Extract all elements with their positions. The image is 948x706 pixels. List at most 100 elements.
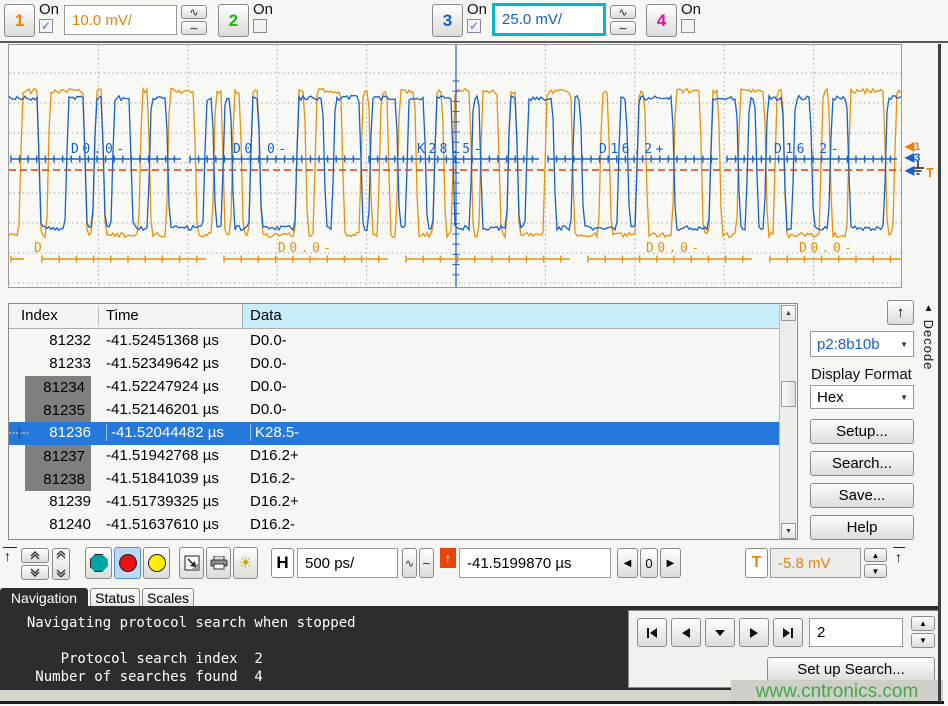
table-row[interactable]: 81236-41.52044482 µsK28.5-: [9, 422, 781, 445]
pan-down-button[interactable]: [21, 565, 49, 580]
print-button[interactable]: [206, 547, 231, 579]
decode-label-blue: K28.5-: [417, 142, 485, 157]
cell-data: D16.2+: [250, 447, 299, 464]
channel-1-scale-field[interactable]: 10.0 mV/: [64, 5, 177, 35]
search-first-button[interactable]: [637, 618, 667, 647]
scroll-down-icon[interactable]: ▼: [781, 523, 796, 539]
display-format-select[interactable]: Hex▼: [810, 385, 914, 409]
table-row[interactable]: 81237-41.51942768 µsD16.2+: [9, 445, 781, 468]
channel-toolbar: 1 On ✓ 10.0 mV/ ∿ ∼ 2 On ✓ 3 On ✓ 25.0 m…: [0, 0, 948, 43]
column-header-index[interactable]: Index: [21, 307, 58, 324]
scroll-up-icon[interactable]: ▲: [781, 305, 796, 321]
search-last-button[interactable]: [773, 618, 803, 647]
save-button[interactable]: Save...: [810, 483, 914, 508]
cell-index: 81238: [25, 468, 91, 491]
table-row[interactable]: 81232-41.52451368 µsD0.0-: [9, 330, 781, 353]
stop-button[interactable]: [114, 547, 141, 579]
decode-label-blue: D0.0-: [71, 142, 128, 157]
horizontal-menu-button[interactable]: H: [271, 548, 294, 578]
cell-index: 81235: [25, 399, 91, 422]
tab-scales[interactable]: Scales: [142, 588, 194, 606]
cell-time: -41.52247924 µs: [106, 378, 219, 395]
level-down-spinner[interactable]: ▼: [864, 564, 887, 578]
timebase-zoom-out-icon[interactable]: ∼: [419, 548, 434, 578]
search-index-down-spinner[interactable]: ▼: [911, 633, 935, 648]
search-index-field[interactable]: 2: [809, 618, 903, 647]
tab-status[interactable]: Status: [90, 588, 140, 606]
search-prev-button[interactable]: [671, 618, 701, 647]
pan-up-button[interactable]: [21, 548, 49, 563]
level-up-spinner[interactable]: ▲: [864, 548, 887, 562]
brightness-button[interactable]: ☀: [233, 547, 258, 579]
printer-icon: [210, 556, 228, 570]
trigger-level-marker-icon[interactable]: ◀: [905, 163, 914, 177]
cell-index: 81233: [33, 355, 91, 372]
single-button[interactable]: [143, 547, 170, 579]
channel-1-button[interactable]: 1: [4, 4, 35, 37]
search-current-button[interactable]: [705, 618, 735, 647]
channel-1-on-checkbox[interactable]: ✓: [39, 19, 53, 33]
channel-2-button[interactable]: 2: [218, 4, 249, 37]
column-header-data[interactable]: Data: [250, 307, 282, 324]
setup-search-button[interactable]: Set up Search...: [767, 657, 935, 682]
position-right-button[interactable]: ▶: [660, 548, 681, 578]
help-button[interactable]: Help: [810, 515, 914, 540]
channel-4-button[interactable]: 4: [646, 4, 677, 37]
channel-1-scale-down-icon[interactable]: ∼: [181, 21, 207, 35]
waveform-display[interactable]: D0.0-D0.0-K28.5-D16.2+D16.2-DD0.0-D0.0-D…: [8, 44, 902, 288]
run-button[interactable]: [85, 547, 112, 579]
decode-side-tab[interactable]: ▲ Decode: [921, 303, 936, 370]
horizontal-toolbar: ↑ ☀ H 500 ps/ ∿ ∼ ↑ -41.5199870 µs ◀ 0 ▶…: [0, 544, 948, 586]
current-row-marker-icon: [9, 426, 31, 440]
decode-listing-table[interactable]: Index Time Data 81232-41.52451368 µsD0.0…: [8, 303, 798, 540]
channel-3-on-checkbox[interactable]: ✓: [467, 19, 481, 33]
channel-3-button[interactable]: 3: [432, 4, 463, 37]
scrollbar-thumb[interactable]: [781, 381, 796, 407]
decode-label-blue: D16.2-: [774, 142, 842, 157]
decode-label-orange: D0.0-: [646, 241, 703, 256]
position-left-button[interactable]: ◀: [617, 548, 638, 578]
cell-time: -41.51637610 µs: [106, 516, 219, 533]
table-row[interactable]: 81233 -41.52349642 µs D0.0-: [9, 353, 781, 376]
zoom-vertical-button[interactable]: [52, 548, 70, 580]
table-row[interactable]: 81234-41.52247924 µsD0.0-: [9, 376, 781, 399]
setup-button[interactable]: Setup...: [810, 419, 914, 444]
timebase-field[interactable]: 500 ps/: [297, 548, 398, 578]
status-text: Navigating protocol search when stopped …: [10, 614, 356, 686]
table-row[interactable]: 81240-41.51637610 µsD16.2-: [9, 514, 781, 537]
timebase-zoom-in-icon[interactable]: ∿: [402, 548, 417, 578]
trigger-menu-button[interactable]: T: [745, 548, 768, 578]
horizontal-position-field[interactable]: -41.5199870 µs: [459, 548, 611, 578]
search-index-up-spinner[interactable]: ▲: [911, 616, 935, 631]
channel-2-on-checkbox[interactable]: ✓: [253, 19, 267, 33]
run-icon: [90, 554, 108, 572]
table-row[interactable]: 81235-41.52146201 µsD0.0-: [9, 399, 781, 422]
table-row[interactable]: 81238-41.51841039 µsD16.2-: [9, 468, 781, 491]
channel-1-scale-up-icon[interactable]: ∿: [181, 5, 207, 19]
cell-data: D16.2-: [250, 470, 295, 487]
cell-index: 81236: [33, 424, 91, 441]
decode-label-orange: D: [34, 241, 45, 256]
channel-4-on-label: On: [681, 1, 701, 18]
resize-display-button[interactable]: [179, 547, 204, 579]
decode-label-blue: D16.2+: [599, 142, 667, 157]
channel-3-scale-down-icon[interactable]: ∼: [610, 21, 636, 35]
table-scrollbar[interactable]: ▲ ▼: [779, 305, 796, 539]
column-header-time[interactable]: Time: [106, 307, 139, 324]
trigger-position-icon[interactable]: ↑: [440, 548, 456, 568]
search-button[interactable]: Search...: [810, 451, 914, 476]
search-next-button[interactable]: [739, 618, 769, 647]
panel-collapse-up-icon[interactable]: ↑: [887, 300, 914, 325]
trigger-level-field[interactable]: -5.8 mV: [770, 548, 861, 578]
cell-index: 81232: [33, 332, 91, 349]
marker-arrow-icon: ↑: [4, 548, 11, 564]
decode-bus-select[interactable]: p2:8b10b▼: [810, 331, 914, 357]
position-zero-button[interactable]: 0: [640, 548, 658, 578]
channel-3-scale-up-icon[interactable]: ∿: [610, 5, 636, 19]
cell-time: -41.52349642 µs: [106, 355, 219, 372]
tab-navigation[interactable]: Navigation: [0, 588, 88, 606]
channel-3-scale-field[interactable]: 25.0 mV/: [492, 3, 606, 36]
cell-data: D0.0-: [250, 355, 287, 372]
channel-4-on-checkbox[interactable]: ✓: [681, 19, 695, 33]
table-row[interactable]: 81239-41.51739325 µsD16.2+: [9, 491, 781, 514]
